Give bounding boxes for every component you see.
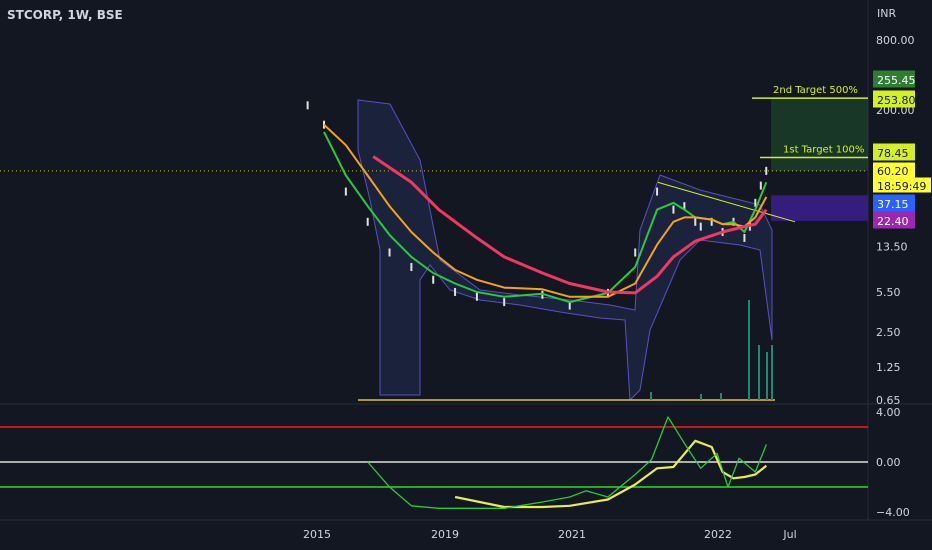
price-badge-text: 78.45 — [877, 147, 909, 160]
candle — [388, 248, 391, 257]
volatility-band — [357, 99, 773, 402]
osc-series-line — [454, 439, 767, 509]
x-tick-label: 2019 — [431, 528, 459, 541]
price-badge-text: 37.15 — [877, 198, 909, 211]
candle — [759, 181, 762, 190]
candle — [344, 187, 347, 196]
candle — [410, 263, 413, 272]
target-annotation: 1st Target 100% — [783, 144, 864, 155]
candle — [656, 187, 659, 196]
candle — [672, 205, 675, 214]
x-tick-label: 2021 — [558, 528, 586, 541]
target-annotation: 2nd Target 500% — [773, 85, 858, 96]
price-badge-text: 253.80 — [877, 94, 916, 107]
y-tick-label: 13.50 — [876, 241, 908, 254]
plot-background — [0, 0, 932, 521]
volume-bar — [748, 300, 750, 400]
target-zone-box — [771, 97, 868, 171]
osc-y-tick-label: 4.00 — [876, 406, 901, 419]
price-badge-text: 22.40 — [877, 215, 909, 228]
candle — [634, 248, 637, 257]
currency-label: INR — [877, 7, 897, 20]
price-badge-text: 18:59:49 — [877, 180, 926, 193]
osc-y-tick-label: −4.00 — [876, 506, 910, 519]
x-tick-label: 2015 — [303, 528, 331, 541]
candle — [475, 292, 478, 301]
x-tick-label: 2022 — [704, 528, 732, 541]
candle — [694, 217, 697, 226]
price-badge-text: 60.20 — [877, 165, 909, 178]
candle — [503, 298, 506, 307]
price-badge-text: 255.45 — [877, 74, 916, 87]
candle — [699, 222, 702, 231]
bands-layer — [357, 97, 868, 402]
volume-bar — [720, 393, 722, 400]
candle — [432, 275, 435, 284]
y-tick-label: 2.50 — [876, 326, 901, 339]
x-tick-label: Jul — [782, 528, 796, 541]
candle — [743, 233, 746, 242]
y-tick-label: 5.50 — [876, 286, 901, 299]
chart-canvas[interactable]: 2nd Target 500%1st Target 100% 800.00200… — [0, 0, 932, 550]
candle — [366, 217, 369, 226]
y-tick-label: 800.00 — [876, 34, 915, 47]
volume-bar — [650, 392, 652, 400]
y-tick-label: 1.25 — [876, 361, 901, 374]
candle — [765, 166, 768, 175]
symbol-title[interactable]: STCORP, 1W, BSE — [7, 8, 123, 22]
stop-zone-box — [771, 195, 868, 221]
volume-bar — [766, 352, 768, 400]
osc-y-tick-label: 0.00 — [876, 456, 901, 469]
candle — [306, 101, 309, 110]
volume-bar — [771, 345, 773, 400]
candle — [454, 287, 457, 296]
volume-bar — [758, 345, 760, 400]
volume-bar — [700, 394, 702, 400]
